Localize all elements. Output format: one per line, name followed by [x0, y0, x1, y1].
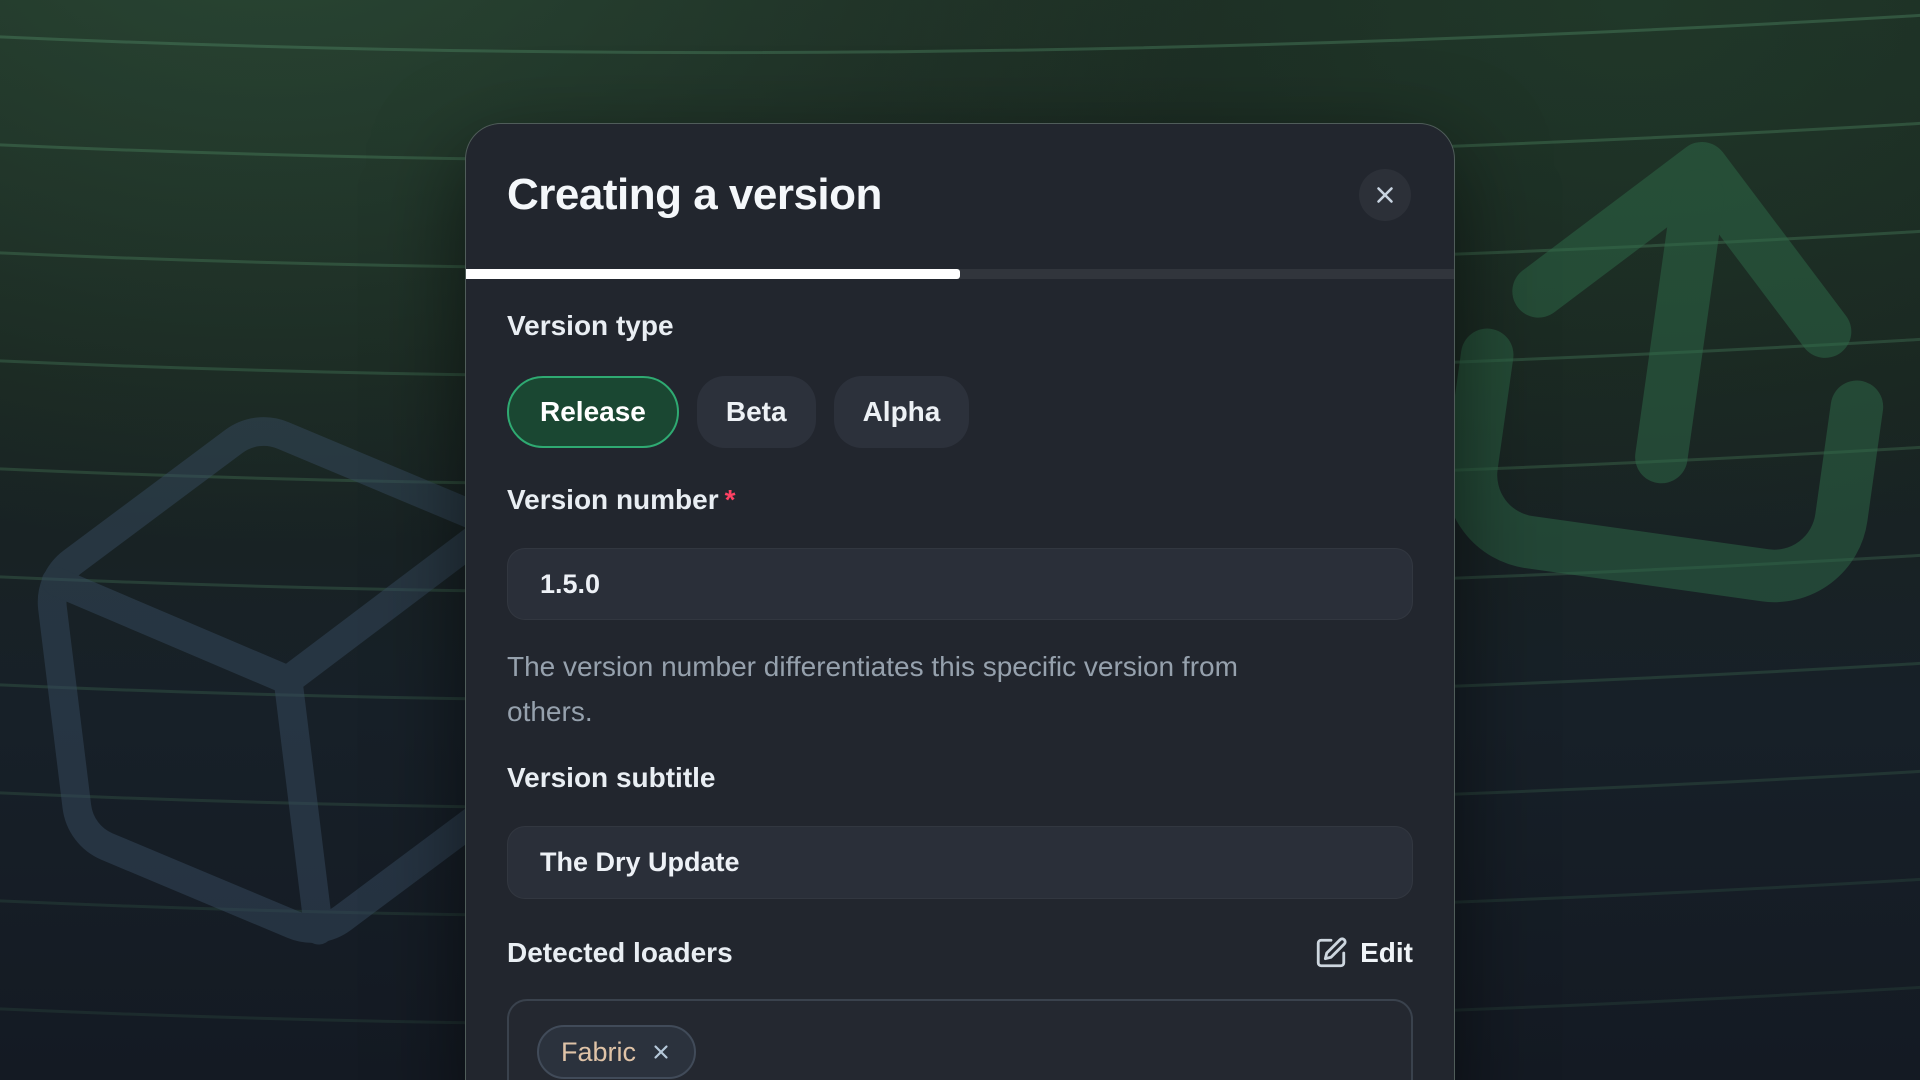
version-number-label: Version number* [507, 484, 736, 516]
modal-title: Creating a version [507, 170, 882, 220]
required-asterisk: * [725, 484, 736, 515]
version-number-input[interactable] [507, 548, 1413, 620]
detected-loaders-label: Detected loaders [507, 937, 733, 969]
close-button[interactable] [1359, 169, 1411, 221]
remove-loader-icon[interactable] [650, 1041, 672, 1063]
loader-chip-label: Fabric [561, 1037, 636, 1068]
edit-label: Edit [1360, 937, 1413, 969]
version-subtitle-label: Version subtitle [507, 762, 716, 794]
beta-button[interactable]: Beta [697, 376, 816, 448]
edit-pencil-icon [1314, 936, 1348, 970]
close-icon [1372, 182, 1398, 208]
progress-bar-fill [466, 269, 960, 279]
alpha-button[interactable]: Alpha [834, 376, 970, 448]
detected-loaders-box: Fabric [507, 999, 1413, 1080]
page-background: Creating a version Version type Release … [0, 0, 1920, 1080]
release-button[interactable]: Release [507, 376, 679, 448]
version-type-options: Release Beta Alpha [507, 376, 969, 448]
progress-bar [466, 269, 1454, 279]
loader-chip-fabric[interactable]: Fabric [537, 1025, 696, 1079]
version-number-help: The version number differentiates this s… [507, 644, 1307, 734]
version-type-label: Version type [507, 310, 674, 342]
edit-loaders-button[interactable]: Edit [1314, 936, 1413, 970]
create-version-modal: Creating a version Version type Release … [465, 123, 1455, 1080]
version-subtitle-input[interactable] [507, 826, 1413, 899]
